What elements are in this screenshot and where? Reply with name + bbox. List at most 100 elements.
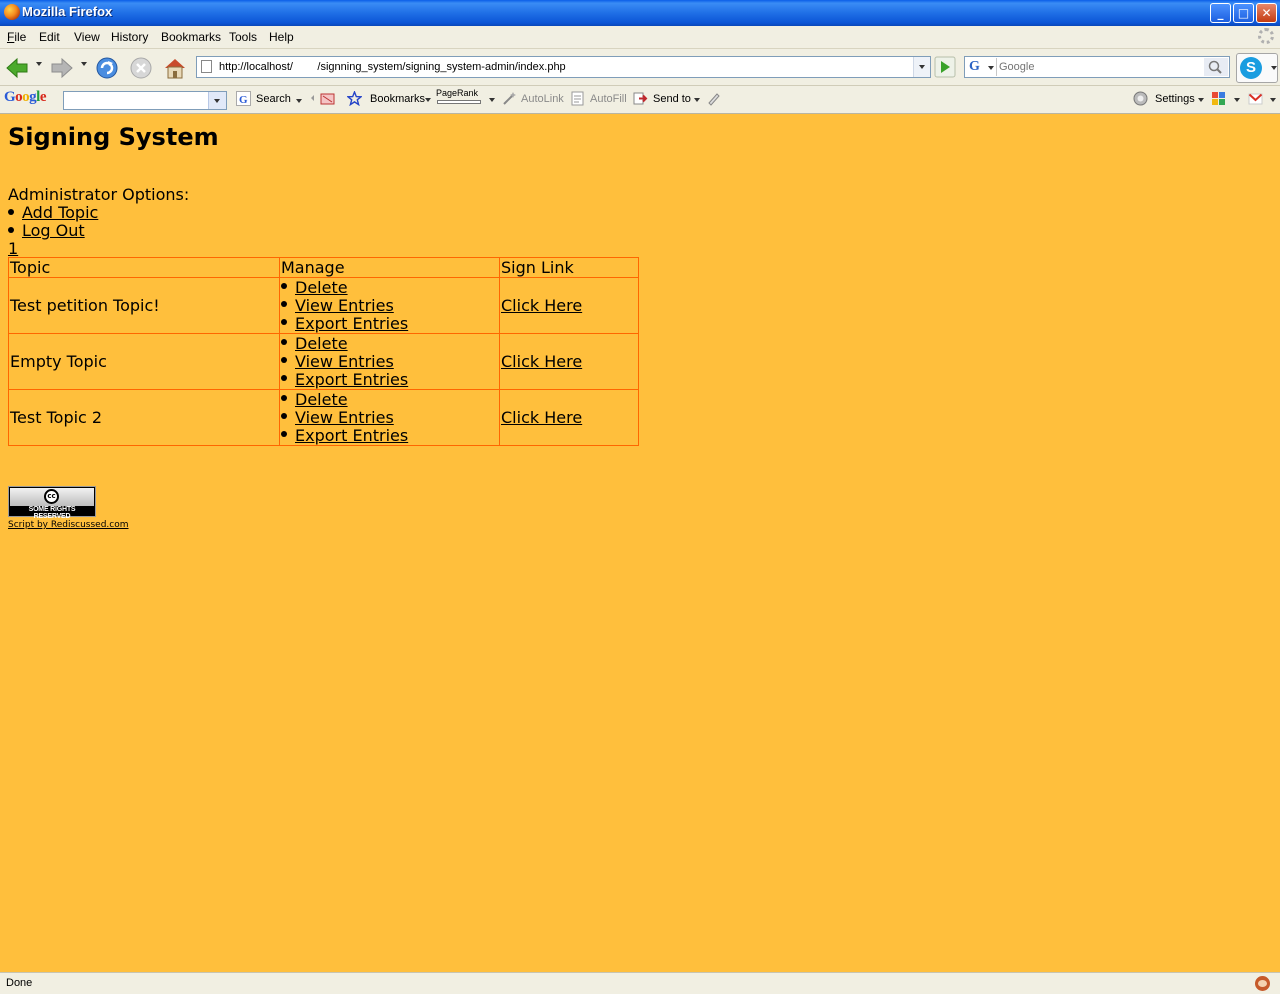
- search-go-button[interactable]: [1204, 58, 1228, 76]
- forward-button[interactable]: [49, 55, 75, 81]
- bullet-icon: [281, 395, 287, 401]
- export-entries-link[interactable]: Export Entries: [295, 426, 408, 445]
- address-bar[interactable]: [196, 56, 931, 78]
- gadgets-dropdown-icon[interactable]: [1234, 98, 1240, 102]
- menu-file[interactable]: File: [7, 30, 26, 44]
- window-title: Mozilla Firefox: [22, 4, 113, 19]
- firefox-logo-icon: [4, 4, 20, 20]
- list-item: View Entries: [281, 408, 498, 427]
- search-bar[interactable]: G: [964, 56, 1230, 78]
- navigation-toolbar: G S: [0, 49, 1280, 86]
- topic-name-cell: Test petition Topic!: [8, 277, 280, 334]
- menu-tools[interactable]: Tools: [229, 30, 257, 44]
- delete-link[interactable]: Delete: [295, 278, 348, 297]
- bullet-icon: [281, 375, 287, 381]
- window-title-bar: Mozilla Firefox _ □ ✕: [0, 0, 1280, 26]
- export-entries-link[interactable]: Export Entries: [295, 370, 408, 389]
- gadgets-icon[interactable]: [1211, 91, 1226, 106]
- go-arrow-icon: [934, 56, 956, 78]
- gmail-dropdown-icon[interactable]: [1270, 98, 1276, 102]
- view-entries-link[interactable]: View Entries: [295, 352, 394, 371]
- search-engine-selector[interactable]: G: [966, 58, 997, 76]
- bullet-icon: [8, 208, 14, 215]
- highlighter-icon[interactable]: [706, 91, 721, 106]
- google-settings-button[interactable]: Settings: [1155, 93, 1195, 105]
- magnifier-icon: [1208, 60, 1222, 74]
- page-icon: [201, 60, 212, 73]
- google-search-history-dropdown[interactable]: [208, 92, 226, 109]
- popup-blocker-icon[interactable]: [320, 91, 335, 106]
- activity-throbber-icon: [1258, 28, 1274, 44]
- bullet-icon: [281, 301, 287, 307]
- manage-cell: Delete View Entries Export Entries: [279, 277, 500, 334]
- url-input[interactable]: [219, 58, 909, 76]
- bullet-icon: [8, 226, 14, 233]
- separator-grip-icon: [306, 91, 316, 106]
- google-logo: Google: [4, 89, 47, 106]
- gmail-icon[interactable]: [1248, 91, 1263, 106]
- google-toolbar-search-input[interactable]: [66, 93, 206, 108]
- log-out-link[interactable]: Log Out: [22, 221, 85, 240]
- sign-click-here-link[interactable]: Click Here: [501, 408, 582, 427]
- creative-commons-badge[interactable]: cc SOME RIGHTS RESERVED: [8, 486, 96, 520]
- bullet-icon: [281, 339, 287, 345]
- delete-link[interactable]: Delete: [295, 334, 348, 353]
- google-search-button[interactable]: Search: [256, 93, 291, 105]
- autofill-form-icon: [570, 91, 585, 106]
- sign-click-here-link[interactable]: Click Here: [501, 296, 582, 315]
- chevron-down-icon[interactable]: [1271, 66, 1277, 70]
- home-button[interactable]: [162, 55, 188, 81]
- bullet-icon: [281, 431, 287, 437]
- list-item: View Entries: [281, 296, 498, 315]
- send-to-dropdown-icon[interactable]: [694, 98, 700, 102]
- menu-help[interactable]: Help: [269, 30, 294, 44]
- pagerank-meter: [437, 100, 481, 104]
- table-row: Empty Topic Delete View Entries Export E…: [8, 333, 639, 390]
- forward-history-dropdown-icon[interactable]: [81, 62, 87, 66]
- back-arrow-icon: [6, 57, 28, 79]
- url-history-dropdown[interactable]: [913, 57, 930, 77]
- back-button[interactable]: [4, 55, 30, 81]
- export-entries-link[interactable]: Export Entries: [295, 314, 408, 333]
- delete-link[interactable]: Delete: [295, 390, 348, 409]
- search-options-dropdown-icon[interactable]: [296, 99, 302, 103]
- svg-text:G: G: [239, 94, 248, 106]
- google-search-combo[interactable]: [63, 91, 227, 110]
- search-input[interactable]: [999, 58, 1199, 76]
- minimize-button[interactable]: _: [1210, 3, 1231, 23]
- bookmarks-dropdown-icon[interactable]: [425, 98, 431, 102]
- view-entries-link[interactable]: View Entries: [295, 296, 394, 315]
- autolink-button[interactable]: AutoLink: [521, 93, 564, 105]
- add-topic-link[interactable]: Add Topic: [22, 203, 98, 222]
- menu-edit[interactable]: Edit: [39, 30, 60, 44]
- sign-link-cell: Click Here: [499, 389, 639, 446]
- page-number-link[interactable]: 1: [8, 239, 18, 258]
- skype-button[interactable]: S: [1236, 53, 1278, 83]
- menu-history[interactable]: History: [111, 30, 148, 44]
- bullet-icon: [281, 283, 287, 289]
- maximize-button[interactable]: □: [1233, 3, 1254, 23]
- reload-icon: [96, 57, 118, 79]
- stop-button[interactable]: [128, 55, 154, 81]
- forward-arrow-icon: [51, 57, 73, 79]
- sign-click-here-link[interactable]: Click Here: [501, 352, 582, 371]
- reload-button[interactable]: [94, 55, 120, 81]
- go-button[interactable]: [934, 56, 956, 78]
- google-logo-letter: e: [39, 89, 47, 105]
- column-header-manage: Manage: [279, 257, 500, 278]
- menu-bookmarks[interactable]: Bookmarks: [161, 30, 221, 44]
- addon-monkey-icon[interactable]: [1255, 976, 1270, 991]
- menu-view[interactable]: View: [74, 30, 100, 44]
- column-header-sign-link: Sign Link: [499, 257, 639, 278]
- autolink-wand-icon: [502, 91, 517, 106]
- google-bookmarks-button[interactable]: Bookmarks: [370, 93, 425, 105]
- menu-file-rest: ile: [14, 30, 27, 44]
- view-entries-link[interactable]: View Entries: [295, 408, 394, 427]
- pagerank-dropdown-icon[interactable]: [489, 98, 495, 102]
- settings-dropdown-icon[interactable]: [1198, 98, 1204, 102]
- script-credit-link[interactable]: Script by Rediscussed.com: [8, 520, 129, 530]
- autofill-button[interactable]: AutoFill: [590, 93, 627, 105]
- back-history-dropdown-icon[interactable]: [36, 62, 42, 66]
- send-to-button[interactable]: Send to: [653, 93, 691, 105]
- close-window-button[interactable]: ✕: [1256, 3, 1277, 23]
